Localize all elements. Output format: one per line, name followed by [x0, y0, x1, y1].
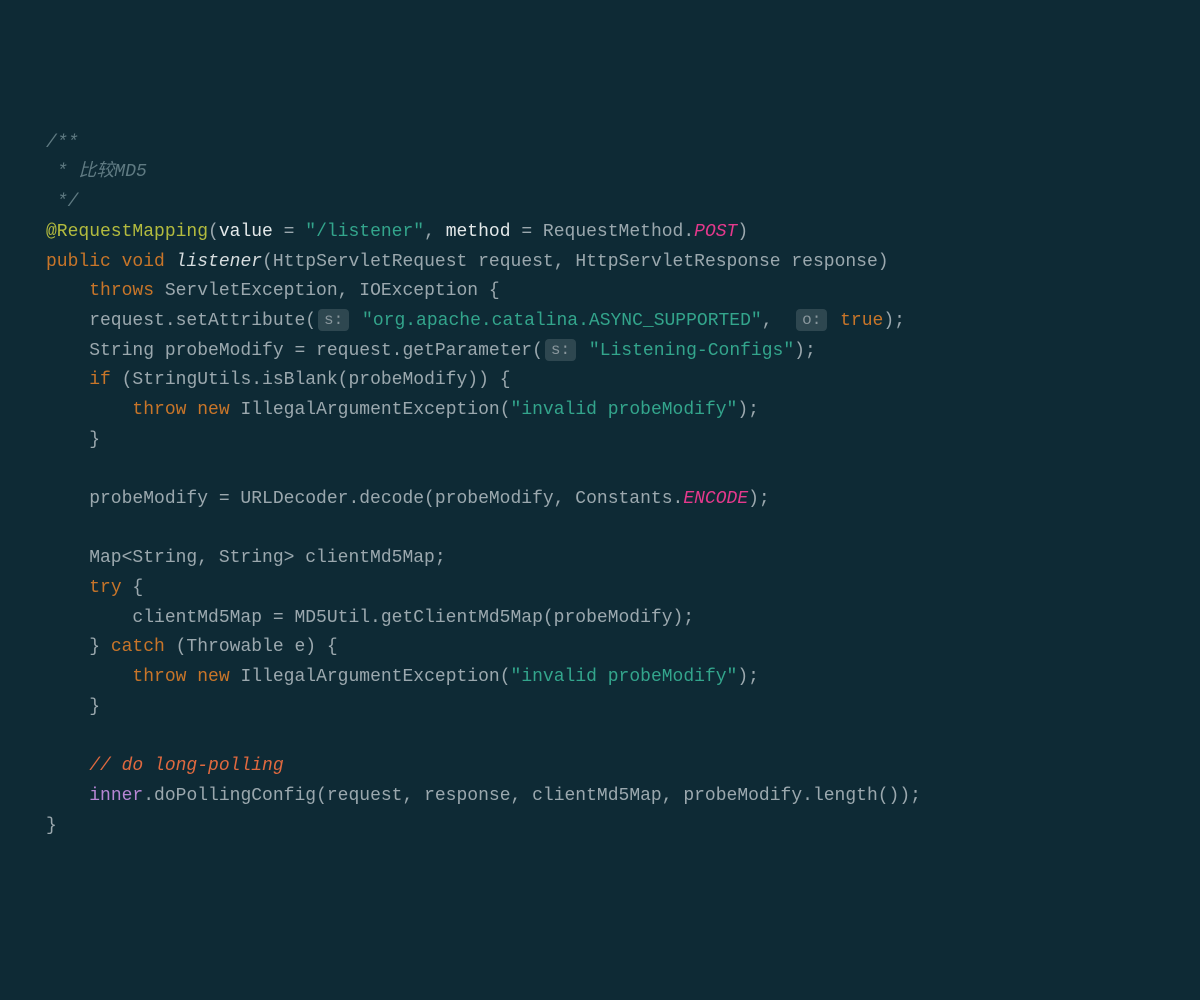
code-editor[interactable]: /** * 比较MD5 */ @RequestMapping(value = "… [0, 129, 1200, 842]
comment-longpoll: // do long-polling [89, 756, 283, 776]
attr-value: value [219, 222, 273, 242]
equals: = [273, 222, 305, 242]
kw-if: if [89, 370, 111, 390]
kw-new: new [197, 400, 229, 420]
string-listening: "Listening-Configs" [578, 341, 794, 361]
exception-cls: IllegalArgumentException( [230, 667, 511, 687]
kw-public: public [46, 252, 111, 272]
stmt-polling: .doPollingConfig(request, response, clie… [143, 786, 921, 806]
param-hint: s: [318, 309, 349, 331]
decl-map: Map<String, String> clientMd5Map; [46, 548, 446, 568]
string-listener: "/listener" [305, 222, 424, 242]
stmt-setattr: request.setAttribute( [46, 311, 316, 331]
stmt-getparam: String probeModify = request.getParamete… [46, 341, 543, 361]
kw-new: new [197, 667, 229, 687]
enum-post: POST [694, 222, 737, 242]
stmt-end: ); [794, 341, 816, 361]
annotation: @RequestMapping [46, 222, 208, 242]
catch-cond: (Throwable e) { [165, 637, 338, 657]
param-hint: s: [545, 339, 576, 361]
exception-cls: IllegalArgumentException( [230, 400, 511, 420]
stmt-end: ); [737, 667, 759, 687]
brace-close: } [46, 697, 100, 717]
kw-void: void [122, 252, 165, 272]
attr-method: method [446, 222, 511, 242]
const-encode: ENCODE [683, 489, 748, 509]
stmt-end: ); [737, 400, 759, 420]
kw-throw: throw [132, 400, 186, 420]
javadoc-text: 比较MD5 [78, 162, 146, 182]
kw-try: try [89, 578, 121, 598]
paren-open: ( [208, 222, 219, 242]
stmt-end: ); [748, 489, 770, 509]
brace-close: } [46, 637, 111, 657]
method-name: listener [176, 252, 262, 272]
brace-open: { [122, 578, 144, 598]
method-params: (HttpServletRequest request, HttpServlet… [262, 252, 889, 272]
kw-throw: throw [132, 667, 186, 687]
javadoc-star: * [46, 162, 78, 182]
stmt-md5map: clientMd5Map = MD5Util.getClientMd5Map(p… [46, 608, 694, 628]
string-invalid: "invalid probeModify" [511, 667, 738, 687]
kw-catch: catch [111, 637, 165, 657]
paren-close: ) [737, 222, 748, 242]
string-async: "org.apache.catalina.ASYNC_SUPPORTED" [351, 311, 761, 331]
throws-list: ServletException, IOException { [154, 281, 500, 301]
param-hint: o: [796, 309, 827, 331]
stmt-end: ); [883, 311, 905, 331]
field-inner: inner [89, 786, 143, 806]
method-brace-close: } [46, 816, 57, 836]
kw-throws: throws [89, 281, 154, 301]
stmt-decode: probeModify = URLDecoder.decode(probeMod… [46, 489, 683, 509]
javadoc-open: /** [46, 133, 78, 153]
javadoc-close: */ [46, 192, 78, 212]
comma: , [424, 222, 446, 242]
equals: = [511, 222, 543, 242]
comma: , [762, 311, 794, 331]
if-cond: (StringUtils.isBlank(probeModify)) { [111, 370, 511, 390]
brace-close: } [46, 430, 100, 450]
kw-true: true [829, 311, 883, 331]
string-invalid: "invalid probeModify" [511, 400, 738, 420]
request-method: RequestMethod. [543, 222, 694, 242]
